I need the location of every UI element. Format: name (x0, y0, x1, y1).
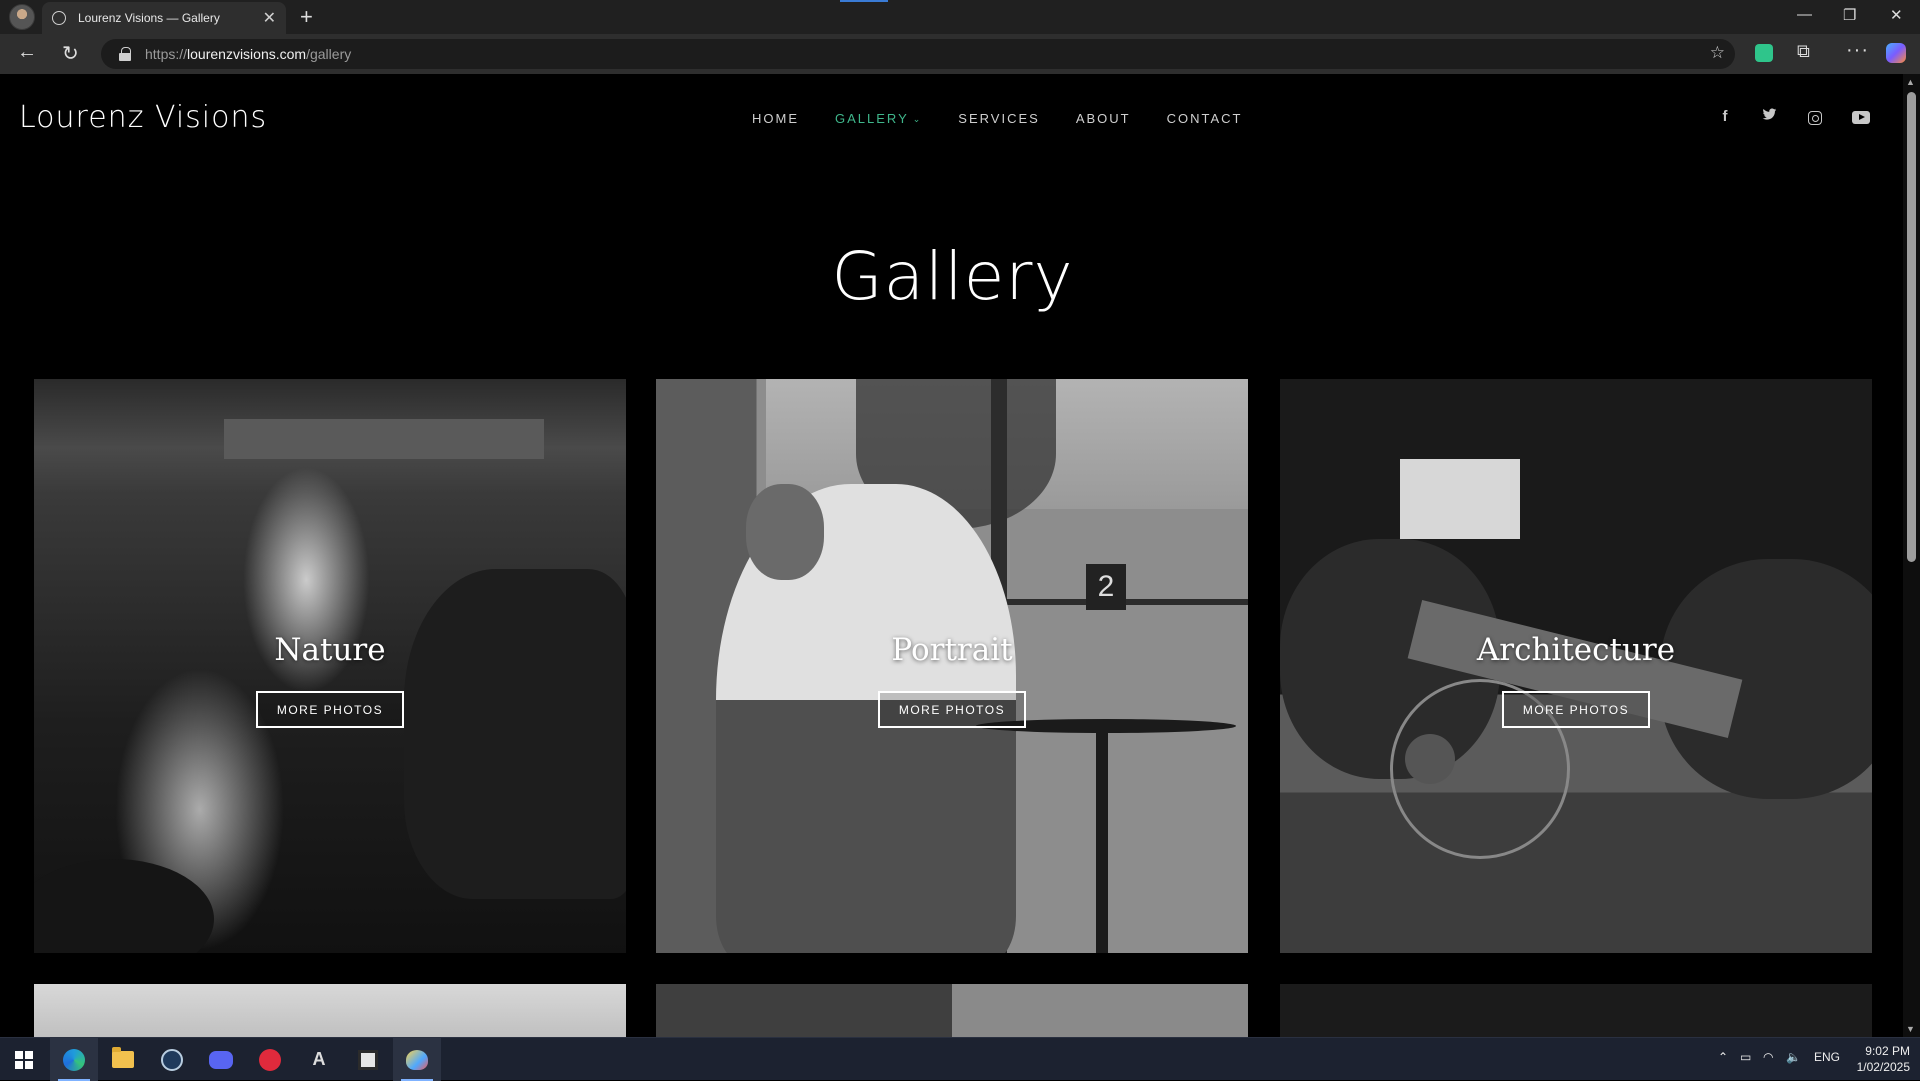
gallery-card-partial[interactable] (656, 984, 1248, 1037)
instagram-icon[interactable] (1804, 108, 1826, 125)
card-title: Architecture (1476, 632, 1676, 668)
taskbar-edge[interactable] (50, 1038, 98, 1081)
browser-tab[interactable]: Lourenz Visions — Gallery ✕ (42, 2, 286, 34)
browser-toolbar: ← ↻ https://lourenzvisions.com/gallery ☆… (0, 34, 1920, 74)
nav-home[interactable]: HOME (752, 111, 799, 126)
discord-icon (209, 1050, 233, 1069)
folder-icon (112, 1047, 134, 1068)
windows-icon (15, 1050, 33, 1069)
nav-services[interactable]: SERVICES (958, 111, 1040, 126)
card-title: Portrait (891, 632, 1013, 668)
address-bar[interactable]: https://lourenzvisions.com/gallery ☆ (101, 39, 1735, 69)
edge-icon (63, 1048, 85, 1071)
settings-more-icon[interactable]: ··· (1846, 39, 1869, 62)
back-button[interactable]: ← (17, 41, 37, 64)
paint-icon (406, 1049, 428, 1070)
taskbar-red-app[interactable] (246, 1038, 294, 1081)
main-nav: HOME GALLERY ⌄ SERVICES ABOUT CONTACT (752, 111, 1278, 126)
browser-tab-bar: Lourenz Visions — Gallery ✕ + — ❐ ✕ (0, 0, 1920, 34)
copilot-icon[interactable] (1886, 43, 1906, 63)
new-tab-button[interactable]: + (300, 4, 313, 30)
tab-close-icon[interactable]: ✕ (263, 8, 276, 28)
taskbar-minecraft[interactable] (344, 1038, 392, 1081)
page-viewport: Lourenz Visions HOME GALLERY ⌄ SERVICES A… (0, 74, 1920, 1037)
taskbar-steam[interactable] (148, 1038, 196, 1081)
battery-icon[interactable]: ▭ (1740, 1050, 1751, 1064)
scroll-thumb[interactable] (1907, 92, 1916, 562)
extension-icon[interactable] (1755, 44, 1773, 62)
photo-detail (1096, 729, 1108, 953)
clock-date: 1/02/2025 (1856, 1060, 1910, 1074)
nav-gallery[interactable]: GALLERY ⌄ (835, 111, 922, 126)
taskbar-a-app[interactable]: A (295, 1038, 343, 1081)
gallery-card-partial[interactable] (34, 984, 626, 1037)
more-photos-button[interactable]: MORE PHOTOS (256, 691, 404, 728)
site-logo[interactable]: Lourenz Visions (19, 100, 267, 135)
tray-overflow-icon[interactable]: ⌃ (1718, 1050, 1728, 1064)
url-text[interactable]: https://lourenzvisions.com/gallery (145, 46, 351, 62)
lock-icon[interactable] (119, 47, 131, 61)
more-photos-button[interactable]: MORE PHOTOS (878, 691, 1026, 728)
facebook-icon[interactable]: f (1714, 108, 1736, 125)
photo-detail (1400, 459, 1520, 539)
language-indicator[interactable]: ENG (1814, 1050, 1840, 1064)
nav-about[interactable]: ABOUT (1076, 111, 1131, 126)
gallery-card-architecture[interactable]: Architecture MORE PHOTOS (1280, 379, 1872, 953)
reload-button[interactable]: ↻ (62, 41, 79, 66)
page-scrollbar[interactable]: ▲ ▼ (1903, 74, 1920, 1037)
photo-detail (34, 859, 214, 953)
system-clock[interactable]: 9:02 PM 1/02/2025 (1854, 1043, 1910, 1075)
card-title: Nature (274, 632, 386, 668)
volume-icon[interactable]: 🔈 (1786, 1050, 1801, 1064)
tab-title: Lourenz Visions — Gallery (78, 11, 220, 25)
red-app-icon (259, 1048, 281, 1071)
restore-button[interactable]: ❐ (1843, 6, 1856, 24)
photo-detail (1405, 734, 1455, 784)
photo-detail (404, 569, 626, 899)
steam-icon (161, 1048, 183, 1071)
favorite-star-icon[interactable]: ☆ (1710, 43, 1725, 63)
gallery-card-partial[interactable] (1280, 984, 1872, 1037)
minecraft-icon (358, 1049, 378, 1070)
gallery-card-nature[interactable]: Nature MORE PHOTOS (34, 379, 626, 953)
a-app-icon: A (312, 1049, 326, 1069)
taskbar-paint[interactable] (393, 1038, 441, 1081)
youtube-icon[interactable] (1850, 108, 1872, 124)
scroll-up-icon[interactable]: ▲ (1906, 77, 1915, 87)
extensions-puzzle-icon[interactable]: ⧉ (1797, 41, 1810, 62)
taskbar-discord[interactable] (197, 1038, 245, 1081)
more-photos-button[interactable]: MORE PHOTOS (1502, 691, 1650, 728)
scroll-down-icon[interactable]: ▼ (1906, 1024, 1915, 1034)
photo-detail (224, 419, 544, 459)
taskbar-file-explorer[interactable] (99, 1038, 147, 1081)
photo-detail (746, 484, 824, 580)
start-button[interactable] (0, 1038, 48, 1081)
windows-taskbar: A ⌃ ▭ ◠ 🔈 ENG 9:02 PM 1/02/2025 (0, 1037, 1920, 1081)
loading-indicator (840, 0, 888, 2)
clock-time: 9:02 PM (1865, 1044, 1910, 1058)
nav-contact[interactable]: CONTACT (1167, 111, 1243, 126)
wifi-icon[interactable]: ◠ (1763, 1050, 1773, 1064)
table-number-sign: 2 (1086, 564, 1126, 610)
minimize-button[interactable]: — (1797, 6, 1812, 23)
profile-avatar[interactable] (9, 4, 35, 30)
gallery-card-portrait[interactable]: 2 Portrait MORE PHOTOS (656, 379, 1248, 953)
site-favicon-icon (52, 11, 66, 25)
chevron-down-icon: ⌄ (912, 114, 923, 124)
close-window-button[interactable]: ✕ (1890, 6, 1903, 24)
page-title: Gallery (831, 238, 1074, 315)
twitter-icon[interactable] (1758, 108, 1780, 124)
